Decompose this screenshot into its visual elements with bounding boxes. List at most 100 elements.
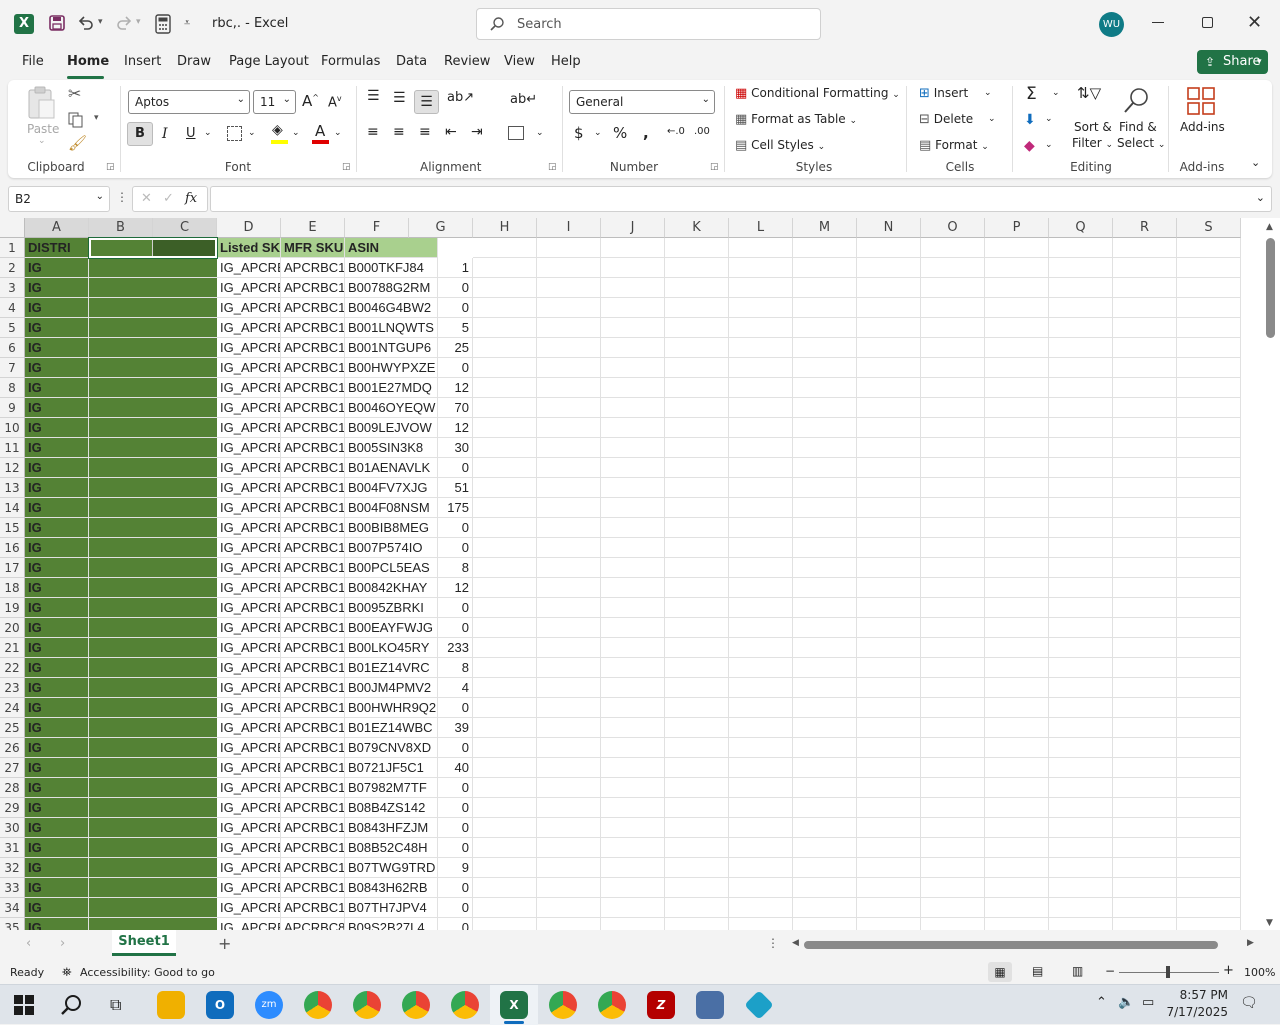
empty-cell[interactable] (601, 838, 665, 858)
empty-cell[interactable] (921, 718, 985, 738)
row-header[interactable]: 24 (0, 698, 25, 718)
empty-cell[interactable] (985, 698, 1049, 718)
empty-cell[interactable] (473, 298, 537, 318)
empty-cell[interactable] (473, 598, 537, 618)
cell-asin[interactable]: B07982M7TF (345, 778, 438, 798)
cell-quantity[interactable]: 0 (438, 918, 473, 930)
empty-cell[interactable] (729, 458, 793, 478)
empty-cell[interactable] (1113, 338, 1177, 358)
empty-cell[interactable] (601, 398, 665, 418)
empty-cell[interactable] (921, 798, 985, 818)
empty-cell[interactable] (665, 698, 729, 718)
row-header[interactable]: 25 (0, 718, 25, 738)
cell-listed-sku[interactable]: IG_APCRB (217, 718, 281, 738)
underline-dropdown-icon[interactable]: ⌄ (204, 128, 212, 138)
cell-asin[interactable]: B007P574IO (345, 538, 438, 558)
empty-cell[interactable] (1177, 838, 1241, 858)
empty-cell[interactable] (601, 578, 665, 598)
row-header[interactable]: 10 (0, 418, 25, 438)
empty-cell[interactable] (793, 558, 857, 578)
cell-listed-sku[interactable]: IG_APCRB (217, 678, 281, 698)
empty-cell[interactable] (857, 918, 921, 930)
minimize-icon[interactable] (1152, 22, 1164, 23)
find-select-label-2[interactable]: Select ⌄ (1117, 136, 1165, 150)
empty-cell[interactable] (985, 378, 1049, 398)
cell-quantity[interactable]: 8 (438, 558, 473, 578)
empty-cell[interactable] (601, 738, 665, 758)
clipboard-launcher-icon[interactable]: ◲ (106, 162, 115, 172)
cell-distri[interactable]: IG (25, 858, 89, 878)
empty-cell[interactable] (793, 838, 857, 858)
empty-cell[interactable] (921, 298, 985, 318)
cell-distri[interactable]: IG (25, 698, 89, 718)
vertical-scrollbar[interactable]: ▲ ▼ (1262, 218, 1280, 930)
empty-cell[interactable] (729, 898, 793, 918)
empty-cell[interactable] (793, 258, 857, 278)
empty-cell[interactable] (665, 418, 729, 438)
empty-cell[interactable] (1177, 378, 1241, 398)
empty-cell[interactable] (1113, 738, 1177, 758)
empty-cell[interactable] (665, 478, 729, 498)
redo-dropdown-icon[interactable]: ▾ (136, 17, 141, 27)
cell-listed-sku[interactable]: IG_APCRB (217, 698, 281, 718)
select-all-corner[interactable] (0, 218, 25, 238)
empty-cell[interactable] (857, 858, 921, 878)
empty-cell[interactable] (1113, 298, 1177, 318)
empty-cell[interactable] (473, 558, 537, 578)
empty-cell[interactable] (665, 778, 729, 798)
empty-cell[interactable] (601, 658, 665, 678)
cell-asin[interactable]: B0046OYEQW (345, 398, 438, 418)
scroll-right-icon[interactable]: ▶ (1247, 938, 1254, 948)
cell-distri[interactable]: IG (25, 498, 89, 518)
bottom-align-icon[interactable]: ☰ (414, 90, 439, 114)
cell-mfr-sku[interactable]: APCRBC15 (281, 778, 345, 798)
clear-icon[interactable]: ◆ (1024, 138, 1035, 154)
fill-dropdown-icon[interactable]: ⌄ (1045, 114, 1053, 124)
cell-mfr-sku[interactable]: APCRBC15 (281, 758, 345, 778)
zoom-slider-thumb[interactable] (1166, 966, 1170, 978)
empty-cell[interactable] (793, 478, 857, 498)
empty-cell[interactable] (1049, 918, 1113, 930)
empty-cell[interactable] (665, 798, 729, 818)
cell-quantity[interactable]: 0 (438, 618, 473, 638)
empty-cell[interactable] (1049, 498, 1113, 518)
empty-cell[interactable] (537, 638, 601, 658)
zoom-level[interactable]: 100% (1244, 966, 1275, 979)
cell-distri[interactable]: IG (25, 258, 89, 278)
empty-cell[interactable] (985, 898, 1049, 918)
row-header[interactable]: 22 (0, 658, 25, 678)
accessibility-status[interactable]: Accessibility: Good to go (80, 966, 215, 979)
empty-cell[interactable] (921, 478, 985, 498)
empty-cell[interactable] (1177, 598, 1241, 618)
cell-distri[interactable]: IG (25, 278, 89, 298)
row-header[interactable]: 1 (0, 238, 25, 258)
cell-listed-sku[interactable]: IG_APCRB (217, 398, 281, 418)
empty-cell[interactable] (473, 818, 537, 838)
empty-cell[interactable] (665, 238, 729, 258)
empty-cell[interactable] (921, 878, 985, 898)
search-box[interactable]: Search (476, 8, 821, 40)
cell-selection-bc[interactable] (89, 658, 217, 678)
cell-listed-sku[interactable]: IG_APCRB (217, 758, 281, 778)
cell-listed-sku[interactable]: IG_APCRB (217, 878, 281, 898)
empty-cell[interactable] (793, 698, 857, 718)
empty-cell[interactable] (921, 638, 985, 658)
cell-distri[interactable]: IG (25, 778, 89, 798)
empty-cell[interactable] (665, 278, 729, 298)
tab-split-handle-icon[interactable]: ⋮ (767, 936, 779, 950)
empty-cell[interactable] (1113, 498, 1177, 518)
row-header[interactable]: 31 (0, 838, 25, 858)
empty-cell[interactable] (1049, 318, 1113, 338)
empty-cell[interactable] (857, 778, 921, 798)
cell-listed-sku[interactable]: IG_APCRB (217, 498, 281, 518)
increase-font-size-icon[interactable]: A^ (302, 92, 319, 110)
cell-distri[interactable]: IG (25, 438, 89, 458)
cell-distri[interactable]: IG (25, 598, 89, 618)
empty-cell[interactable] (601, 258, 665, 278)
empty-cell[interactable] (601, 238, 665, 258)
cell-quantity[interactable]: 70 (438, 398, 473, 418)
empty-cell[interactable] (1177, 278, 1241, 298)
cut-icon[interactable]: ✂ (68, 84, 81, 103)
empty-cell[interactable] (729, 918, 793, 930)
empty-cell[interactable] (1177, 358, 1241, 378)
